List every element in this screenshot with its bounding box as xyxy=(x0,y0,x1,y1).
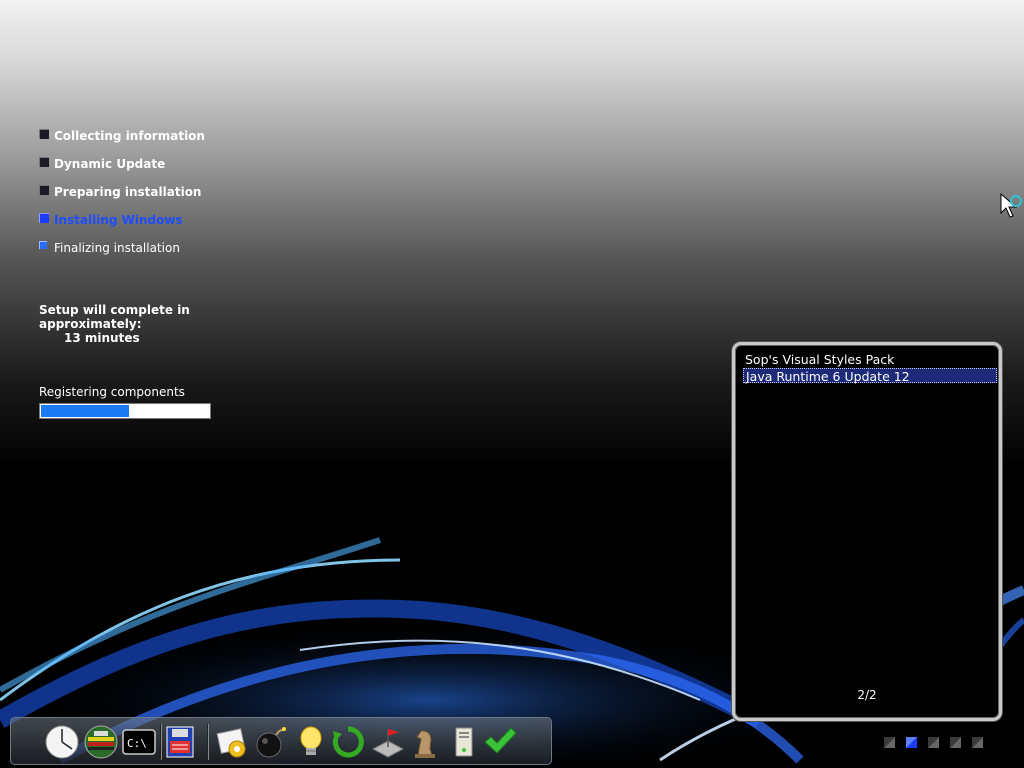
step-label: Dynamic Update xyxy=(54,157,166,171)
computer-tower-icon[interactable] xyxy=(447,725,481,759)
step-installing-windows: Installing Windows xyxy=(38,210,205,238)
progress-bar xyxy=(39,403,211,419)
slide-dot-active-icon[interactable] xyxy=(906,737,917,748)
step-bullet-icon xyxy=(39,241,47,249)
flag-map-icon[interactable] xyxy=(371,725,405,759)
status-text: Registering components xyxy=(39,385,185,399)
refresh-icon[interactable] xyxy=(331,725,365,759)
setup-steps-list: Collecting information Dynamic Update Pr… xyxy=(38,126,205,266)
step-label: Finalizing installation xyxy=(54,241,180,255)
bomb-icon[interactable] xyxy=(254,725,288,759)
chess-knight-icon[interactable] xyxy=(408,725,442,759)
step-preparing-installation: Preparing installation xyxy=(38,182,205,210)
list-item-selected[interactable]: Java Runtime 6 Update 12 xyxy=(743,368,997,384)
install-list-panel: Sop's Visual Styles Pack Java Runtime 6 … xyxy=(732,342,1002,721)
step-collecting-information: Collecting information xyxy=(38,126,205,154)
image-settings-icon[interactable] xyxy=(215,725,249,759)
progress-bar-fill xyxy=(41,405,130,417)
slide-dot-icon[interactable] xyxy=(950,737,961,748)
slide-dot-icon[interactable] xyxy=(928,737,939,748)
checkmark-icon[interactable] xyxy=(483,725,517,759)
step-label: Installing Windows xyxy=(54,213,183,227)
time-remaining: Setup will complete in approximately: 13… xyxy=(39,303,190,345)
step-finalizing-installation: Finalizing installation xyxy=(38,238,205,266)
time-remaining-minutes: 13 minutes xyxy=(64,331,140,345)
dock-bar: C:\ xyxy=(10,717,552,765)
network-icon[interactable] xyxy=(84,725,118,759)
floppy-save-icon[interactable] xyxy=(163,725,197,759)
page-indicator: 2/2 xyxy=(857,688,877,702)
command-prompt-icon[interactable]: C:\ xyxy=(122,725,156,759)
step-label: Collecting information xyxy=(54,129,205,143)
clock-icon[interactable] xyxy=(45,725,79,759)
step-label: Preparing installation xyxy=(54,185,202,199)
slide-dot-icon[interactable] xyxy=(884,737,895,748)
svg-text:C:\: C:\ xyxy=(127,737,147,750)
busy-cursor-icon xyxy=(1000,193,1022,218)
slide-dot-icon[interactable] xyxy=(972,737,983,748)
step-bullet-icon xyxy=(39,185,49,195)
step-dynamic-update: Dynamic Update xyxy=(38,154,205,182)
step-bullet-icon xyxy=(39,129,49,139)
lightbulb-icon[interactable] xyxy=(294,725,328,759)
time-remaining-line2: approximately: xyxy=(39,317,142,331)
list-item[interactable]: Sop's Visual Styles Pack xyxy=(743,352,997,367)
step-bullet-icon xyxy=(39,157,49,167)
time-remaining-line1: Setup will complete in xyxy=(39,303,190,317)
step-bullet-icon xyxy=(39,213,49,223)
